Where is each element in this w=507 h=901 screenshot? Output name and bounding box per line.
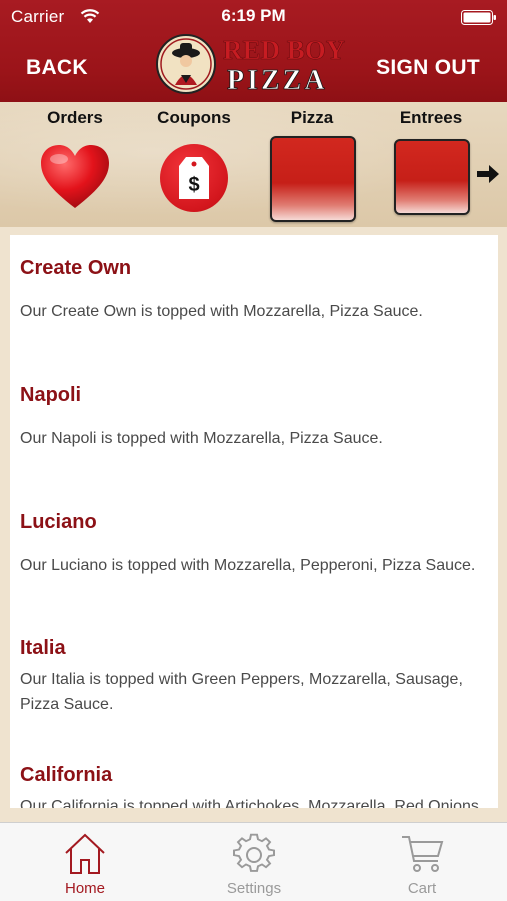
menu-item[interactable]: Create Own Our Create Own is topped with… [20, 256, 490, 324]
category-label: Orders [47, 108, 103, 127]
menu-item[interactable]: Italia Our Italia is topped with Green P… [20, 636, 490, 717]
menu-list: Create Own Our Create Own is topped with… [10, 235, 498, 808]
menu-item-title: California [20, 764, 113, 786]
category-label: Pizza [290, 108, 334, 127]
sign-out-button[interactable]: SIGN OUT [376, 56, 480, 80]
menu-item-description: Our Napoli is topped with Mozzarella, Pi… [20, 430, 383, 447]
category-coupons[interactable]: Coupons $ [144, 106, 244, 212]
tab-bar: Home Settings Cart [0, 822, 507, 901]
category-label: Coupons [157, 108, 231, 127]
menu-item-description: Our California is topped with Artichokes… [20, 798, 479, 808]
menu-item[interactable]: California Our California is topped with… [20, 763, 490, 808]
cart-icon [402, 836, 444, 872]
gear-icon [233, 833, 275, 872]
top-bar: Carrier 6:19 PM BACK RED BOY PIZZA SIGN … [0, 0, 507, 102]
menu-item-title: Italia [20, 637, 66, 659]
svg-text:$: $ [188, 174, 199, 196]
category-pizza[interactable]: Pizza [262, 106, 362, 222]
tab-home[interactable]: Home [35, 823, 135, 901]
back-button[interactable]: BACK [26, 56, 88, 80]
tab-settings[interactable]: Settings [204, 823, 304, 901]
svg-text:RED BOY: RED BOY [223, 35, 345, 65]
category-orders[interactable]: Orders [25, 106, 125, 208]
menu-item[interactable]: Luciano Our Luciano is topped with Mozza… [20, 510, 490, 578]
tab-cart[interactable]: Cart [372, 823, 472, 901]
menu-item-description: Our Italia is topped with Green Peppers,… [20, 671, 463, 713]
red-boy-pizza-logo: RED BOY PIZZA [156, 34, 346, 96]
status-bar: Carrier 6:19 PM [0, 0, 507, 34]
svg-text:PIZZA: PIZZA [227, 65, 328, 96]
arrow-right-icon[interactable] [476, 164, 500, 184]
category-label: Entrees [399, 108, 463, 127]
price-tag-icon: $ [179, 157, 209, 199]
category-bar: Orders Coupons $ Pizza Entrees [0, 102, 507, 227]
tab-label: Home [64, 880, 105, 897]
menu-item-description: Our Luciano is topped with Mozzarella, P… [20, 557, 476, 574]
battery-icon [461, 10, 496, 25]
home-icon [65, 833, 105, 874]
menu-item-description: Our Create Own is topped with Mozzarella… [20, 303, 423, 320]
pizza-image [270, 136, 356, 222]
menu-item-title: Create Own [20, 257, 132, 279]
entrees-image [394, 139, 470, 215]
tab-label: Cart [407, 880, 437, 897]
menu-item-title: Luciano [20, 511, 97, 533]
heart-icon [41, 145, 109, 208]
clock: 6:19 PM [221, 6, 286, 25]
tab-label: Settings [226, 880, 282, 897]
category-entrees[interactable]: Entrees [381, 106, 481, 215]
coupon-badge: $ [160, 144, 228, 212]
menu-item-title: Napoli [20, 384, 82, 406]
menu-item[interactable]: Napoli Our Napoli is topped with Mozzare… [20, 383, 490, 451]
